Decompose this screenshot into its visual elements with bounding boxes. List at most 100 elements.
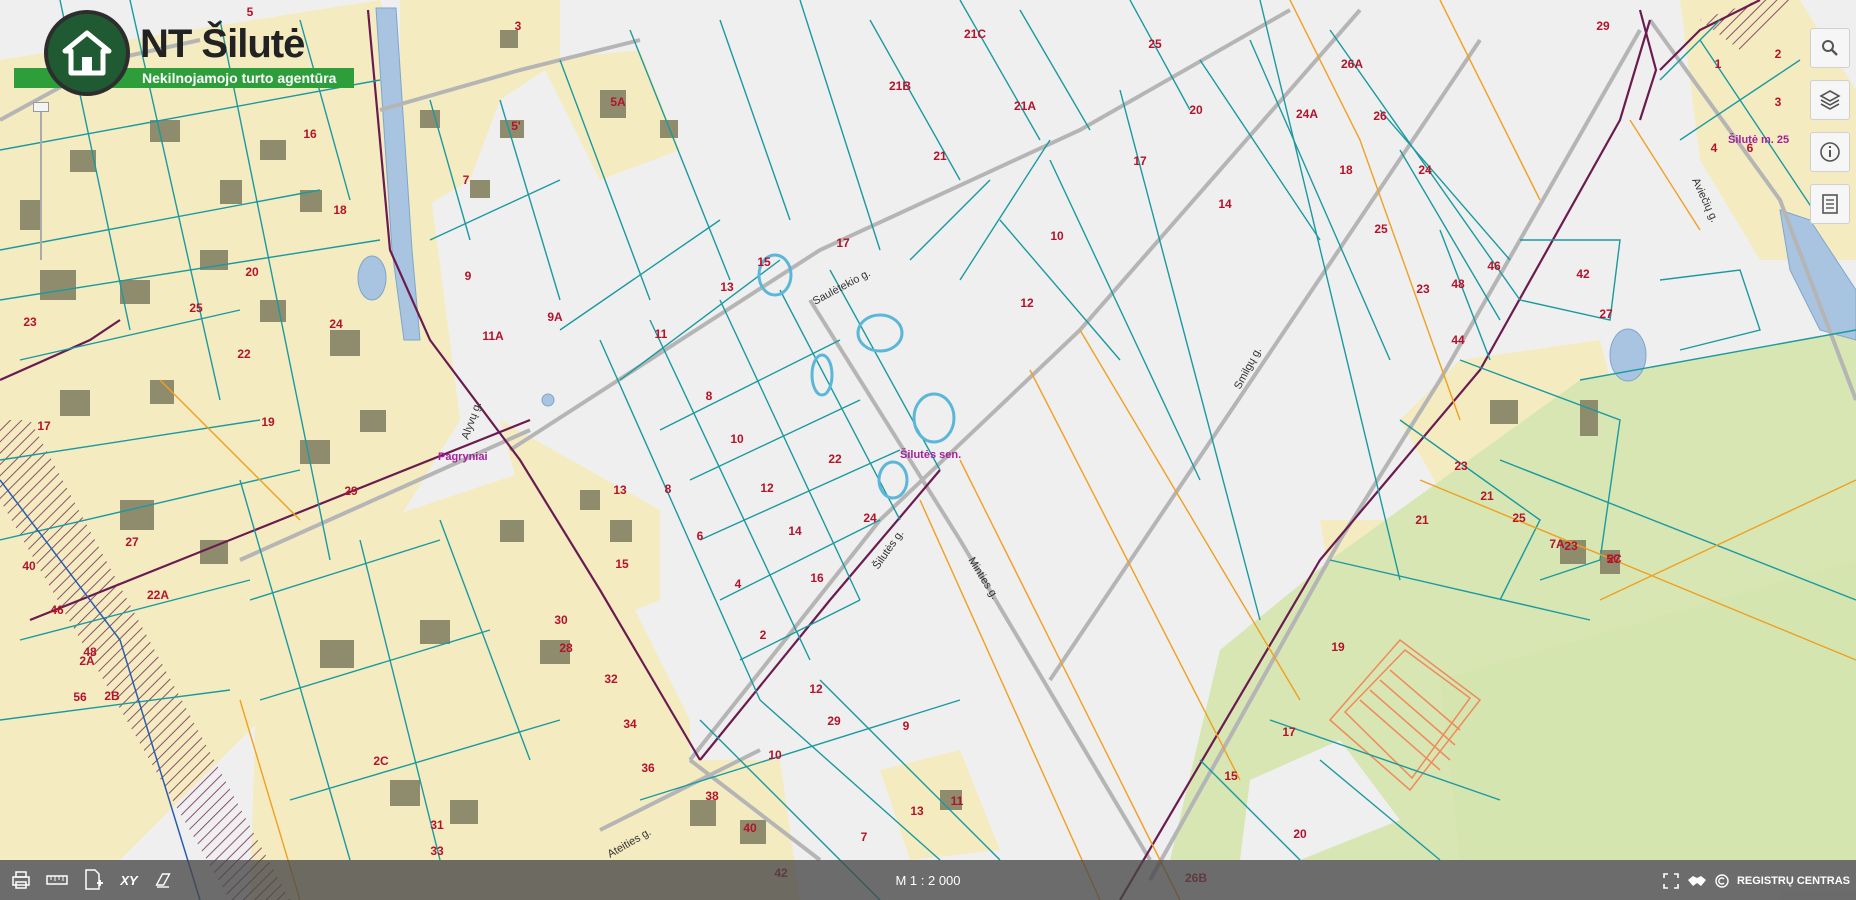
- parcel-number: 21B: [889, 79, 911, 93]
- parcel-number: 28: [559, 641, 573, 655]
- parcel-number: 11A: [482, 329, 504, 343]
- zoom-slider-handle[interactable]: [33, 102, 49, 112]
- parcel-number: 24A: [1296, 107, 1318, 121]
- parcel-number: 10: [730, 432, 744, 446]
- bottom-right-controls: REGISTRŲ CENTRAS: [1663, 873, 1850, 889]
- parcel-number: 2B: [104, 689, 120, 703]
- info-icon: [1820, 142, 1840, 162]
- parcel-number: 18: [333, 203, 347, 217]
- handshake-icon[interactable]: [1687, 874, 1707, 888]
- map-scale: M 1 : 2 000: [895, 873, 961, 888]
- parcel-number: 21: [1415, 513, 1429, 527]
- parcel-number: 25: [1148, 37, 1162, 51]
- parcel-number: 46: [1487, 259, 1501, 273]
- parcel-number: 19: [1331, 640, 1345, 654]
- zoom-slider-track[interactable]: [40, 108, 42, 260]
- parcel-number: 12: [809, 682, 823, 696]
- parcel-number: 27: [1599, 307, 1613, 321]
- copyright-icon: [1715, 874, 1729, 888]
- parcel-number: 40: [22, 559, 36, 573]
- parcel-number: 25: [1512, 511, 1526, 525]
- parcel-number: 10: [768, 748, 782, 762]
- fullscreen-icon[interactable]: [1663, 873, 1679, 889]
- parcel-number: 22: [237, 347, 251, 361]
- parcel-number: 14: [1218, 197, 1232, 211]
- parcel-number: 17: [37, 419, 51, 433]
- house-icon: [44, 10, 130, 96]
- place-label-pagryniai: Pagryniai: [438, 451, 488, 463]
- parcel-number: 21C: [964, 27, 986, 41]
- xy-coordinates-icon: XY: [120, 872, 138, 888]
- parcel-number: 2: [1775, 47, 1782, 61]
- cadastral-map[interactable]: 5321C252926A5A5'21B21A 20 24A 261234 6971618…: [0, 0, 1856, 900]
- parcel-number: 9A: [547, 310, 563, 324]
- parcel-number: 13: [910, 804, 924, 818]
- parcel-number: 17: [836, 236, 850, 250]
- parcel-number: 31: [430, 818, 444, 832]
- parcel-number: 21: [1480, 489, 1494, 503]
- legend-button[interactable]: [1810, 184, 1850, 224]
- parcel-number: 23: [1564, 539, 1578, 553]
- parcel-number: 9: [903, 719, 910, 733]
- parcel-number: 22A: [147, 588, 169, 602]
- print-icon: [12, 871, 30, 889]
- parcel-number: 24: [329, 317, 343, 331]
- parcel-number: 3: [1775, 95, 1782, 109]
- parcel-number: 2A: [79, 654, 95, 668]
- parcel-number: 4: [735, 577, 742, 591]
- parcel-number: 4: [1711, 141, 1718, 155]
- parcel-number: 11: [951, 794, 964, 808]
- parcel-number: 36: [641, 761, 655, 775]
- parcel-number: 5A: [610, 95, 626, 109]
- info-button[interactable]: [1810, 132, 1850, 172]
- parcel-number: 6: [697, 529, 704, 543]
- search-icon: [1822, 40, 1838, 56]
- parcel-number: 25: [1374, 222, 1388, 236]
- parcel-number: 30: [554, 613, 568, 627]
- parcel-number: 12: [760, 481, 774, 495]
- parcel-number: 21A: [1014, 99, 1036, 113]
- eraser-icon: [155, 873, 171, 888]
- parcel-number: 34: [623, 717, 637, 731]
- parcel-number: 2: [760, 628, 767, 642]
- ruler-icon: [46, 875, 68, 885]
- parcel-number: 23: [1454, 459, 1468, 473]
- logo-title: NT Šilutė: [140, 22, 305, 66]
- parcel-number: 7: [861, 830, 868, 844]
- eraser-button[interactable]: [150, 865, 180, 895]
- parcel-number: 20: [1293, 827, 1307, 841]
- measure-button[interactable]: [42, 865, 72, 895]
- parcel-number: 3: [515, 19, 522, 33]
- add-document-icon: [85, 869, 103, 890]
- parcel-number: 21: [933, 149, 947, 163]
- parcel-number: 12: [1020, 296, 1034, 310]
- print-button[interactable]: [6, 865, 36, 895]
- parcel-number: 15: [757, 255, 771, 269]
- parcel-number: 33: [430, 844, 444, 858]
- bottom-toolbar: XY M 1 : 2 000 REGISTRŲ CENTRAS: [0, 860, 1856, 900]
- parcel-number: 17: [1282, 725, 1296, 739]
- parcel-number: 7: [463, 173, 470, 187]
- parcel-number: 15: [615, 557, 629, 571]
- parcel-number: 8: [665, 482, 672, 496]
- right-toolbar: [1810, 28, 1850, 224]
- layers-button[interactable]: [1810, 80, 1850, 120]
- search-button[interactable]: [1810, 28, 1850, 68]
- add-document-button[interactable]: [78, 865, 108, 895]
- xy-coordinates-button[interactable]: XY: [114, 865, 144, 895]
- parcel-number: 1: [1715, 57, 1722, 71]
- parcel-number: 38: [705, 789, 719, 803]
- parcel-number: 10: [1050, 229, 1064, 243]
- parcel-number: 18: [1339, 163, 1353, 177]
- parcel-number: 8: [706, 389, 713, 403]
- parcel-number: 56: [73, 690, 87, 704]
- parcel-number: 26: [1373, 109, 1387, 123]
- parcel-number: 25: [189, 301, 203, 315]
- parcel-number: 22: [828, 452, 842, 466]
- parcel-number: 5': [511, 119, 521, 133]
- parcel-number: 42: [1576, 267, 1590, 281]
- parcel-number: 16: [810, 571, 824, 585]
- parcel-number: 46: [50, 603, 64, 617]
- parcel-number: 20: [245, 265, 259, 279]
- parcel-number: 23: [23, 315, 37, 329]
